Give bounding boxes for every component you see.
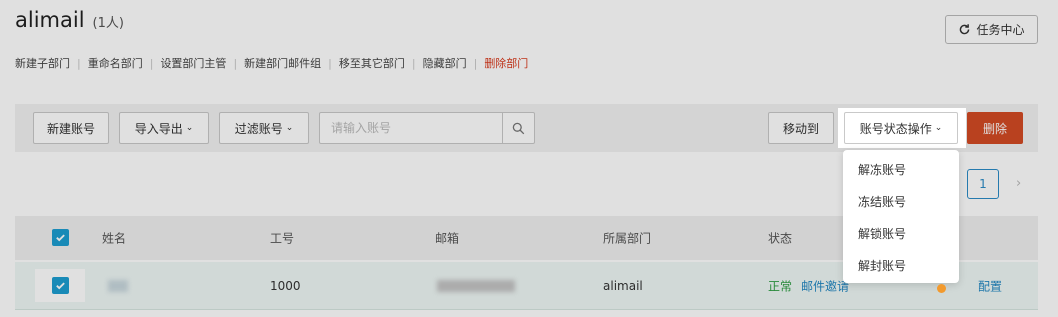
- status-badge: 正常: [768, 279, 793, 293]
- new-account-button[interactable]: 新建账号: [33, 112, 109, 144]
- search-button[interactable]: [502, 113, 534, 143]
- next-page-icon[interactable]: ›: [1016, 176, 1021, 191]
- menu-item-unfreeze[interactable]: 解冻账号: [843, 153, 959, 185]
- move-dept-link[interactable]: 移至其它部门: [339, 55, 405, 71]
- redacted-email: [437, 279, 515, 292]
- department: alimail: [603, 278, 643, 293]
- search-input[interactable]: [320, 113, 502, 143]
- status-ops-button[interactable]: 账号状态操作 ⌄: [844, 112, 958, 144]
- hide-dept-link[interactable]: 隐藏部门: [423, 55, 467, 71]
- row-checkbox[interactable]: [52, 277, 69, 294]
- col-department: 所属部门: [603, 231, 652, 246]
- chevron-down-icon: ⌄: [185, 123, 194, 133]
- search-icon: [512, 122, 525, 134]
- new-subdept-link[interactable]: 新建子部门: [15, 55, 70, 71]
- import-export-label: 导入导出: [134, 121, 183, 136]
- divider: |: [233, 56, 238, 70]
- divider: |: [77, 56, 81, 70]
- task-center-label: 任务中心: [976, 23, 1025, 37]
- menu-item-freeze[interactable]: 冻结账号: [843, 185, 959, 217]
- move-to-button[interactable]: 移动到: [768, 112, 834, 144]
- config-link[interactable]: 配置: [978, 277, 1002, 294]
- refresh-icon: [960, 24, 970, 35]
- menu-item-unban[interactable]: 解封账号: [843, 249, 959, 281]
- divider: |: [328, 56, 332, 70]
- rename-dept-link[interactable]: 重命名部门: [88, 55, 143, 71]
- task-center-button[interactable]: 任务中心: [945, 15, 1038, 44]
- department-actions: 新建子部门 | 重命名部门 | 设置部门主管 | 新建部门邮件组 | 移至其它部…: [15, 55, 528, 71]
- col-status: 状态: [768, 231, 793, 246]
- checkmark-icon: [56, 234, 65, 242]
- filter-account-button[interactable]: 过滤账号 ⌄: [219, 112, 309, 144]
- page-title: alimail: [15, 8, 85, 32]
- select-all-checkbox[interactable]: [52, 229, 69, 246]
- checkmark-icon: [56, 282, 65, 290]
- member-count: (1人): [92, 16, 124, 31]
- status-dot-icon: [937, 284, 946, 293]
- delete-dept-link[interactable]: 删除部门: [484, 55, 528, 71]
- chevron-down-icon: ⌄: [285, 123, 294, 133]
- import-export-button[interactable]: 导入导出 ⌄: [119, 112, 209, 144]
- status-ops-menu: 解冻账号 冻结账号 解锁账号 解封账号: [843, 150, 959, 283]
- set-manager-link[interactable]: 设置部门主管: [160, 55, 226, 71]
- delete-label: 删除: [982, 121, 1007, 136]
- col-name: 姓名: [102, 231, 127, 246]
- col-employee-id: 工号: [270, 231, 295, 246]
- divider: |: [411, 56, 416, 70]
- divider: |: [473, 56, 478, 70]
- move-to-label: 移动到: [782, 121, 819, 136]
- divider: |: [149, 56, 154, 70]
- chevron-down-icon: ⌄: [934, 123, 943, 133]
- invite-link[interactable]: 邮件邀请: [801, 277, 849, 294]
- employee-id: 1000: [270, 278, 301, 293]
- col-email: 邮箱: [435, 231, 460, 246]
- new-mail-group-link[interactable]: 新建部门邮件组: [244, 55, 321, 71]
- delete-account-button[interactable]: 删除: [967, 112, 1023, 144]
- redacted-name: [108, 279, 128, 292]
- filter-account-label: 过滤账号: [234, 121, 283, 136]
- account-search: [319, 112, 535, 144]
- page-1-button[interactable]: 1: [967, 169, 999, 199]
- status-ops-label: 账号状态操作: [859, 121, 932, 136]
- page-header: alimail (1人): [15, 8, 124, 32]
- menu-item-unlock[interactable]: 解锁账号: [843, 217, 959, 249]
- new-account-label: 新建账号: [46, 121, 95, 136]
- row-checkbox-cell: [35, 269, 85, 302]
